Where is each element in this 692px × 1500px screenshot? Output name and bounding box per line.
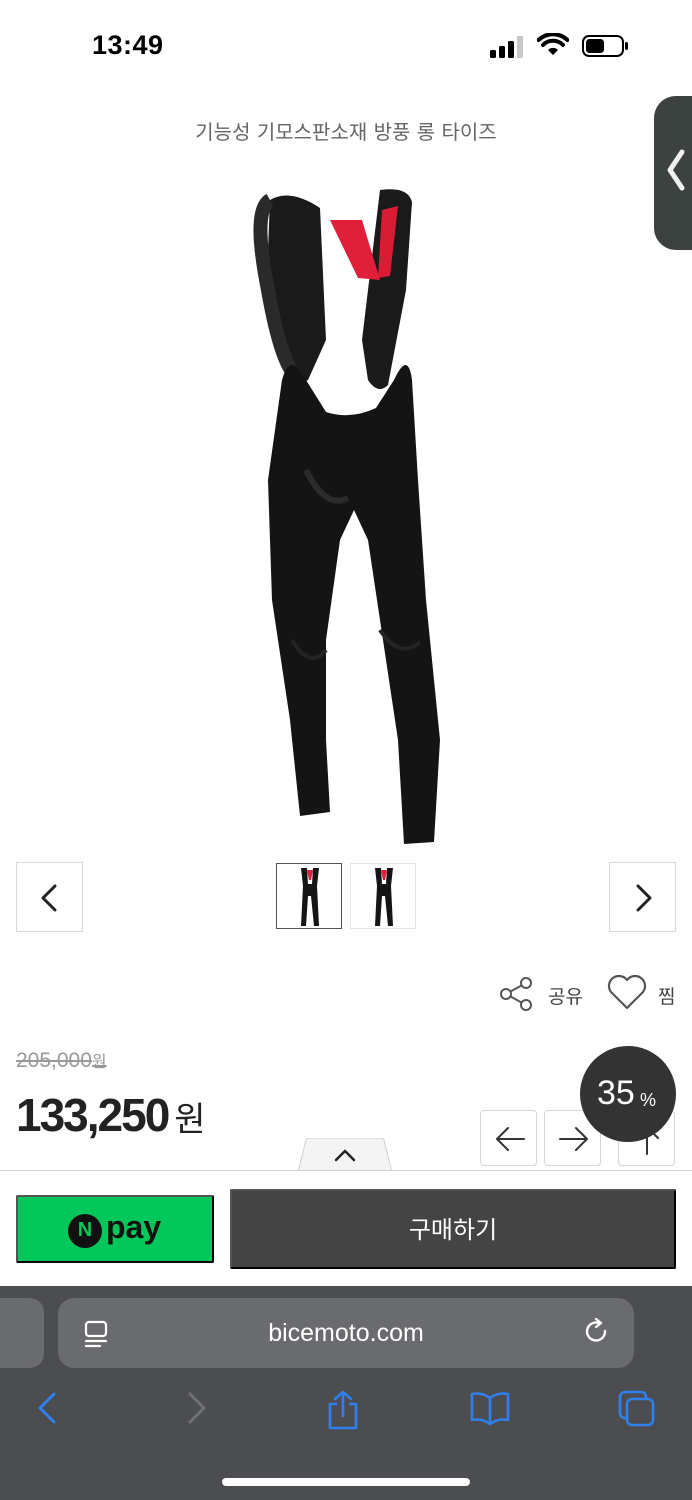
chevron-right-icon xyxy=(636,884,652,912)
discount-badge: 35 % xyxy=(580,1046,676,1142)
battery-icon xyxy=(582,35,628,57)
npay-button[interactable]: N pay xyxy=(16,1195,214,1263)
original-price: 205,000원 xyxy=(16,1049,107,1072)
thumbnail-image xyxy=(375,868,393,926)
chevron-left-icon xyxy=(667,149,685,191)
arrow-left-icon xyxy=(496,1127,525,1151)
product-thumbnail[interactable] xyxy=(350,863,416,929)
share-icon xyxy=(500,977,532,1011)
npay-logo: N xyxy=(68,1214,102,1248)
reload-icon[interactable] xyxy=(584,1318,610,1346)
discount-value: 35 xyxy=(597,1074,635,1112)
previous-tab-preview[interactable] xyxy=(0,1298,44,1368)
thumbnail-image xyxy=(301,868,319,926)
forward-icon[interactable] xyxy=(184,1390,210,1426)
purchase-panel: N pay 구매하기 xyxy=(0,1170,692,1286)
product-image xyxy=(253,189,440,844)
status-bar: 13:49 xyxy=(0,0,692,90)
product-title: 기능성 기모스판소재 방풍 롱 타이즈 xyxy=(195,120,497,144)
arrow-right-icon xyxy=(559,1127,588,1151)
url-text: bicemoto.com xyxy=(268,1319,424,1347)
npay-text: pay xyxy=(106,1209,162,1245)
buy-button[interactable]: 구매하기 xyxy=(230,1189,676,1269)
sale-price: 133,250 원 xyxy=(16,1089,206,1141)
expand-panel-button[interactable] xyxy=(298,1138,392,1172)
address-bar[interactable]: bicemoto.com xyxy=(58,1298,634,1368)
share-icon[interactable] xyxy=(326,1390,360,1430)
product-thumbnail[interactable] xyxy=(276,863,342,929)
home-indicator[interactable] xyxy=(222,1478,470,1486)
bookmarks-icon[interactable] xyxy=(470,1390,510,1426)
page-back-button[interactable] xyxy=(480,1110,537,1166)
chevron-left-icon xyxy=(41,884,57,912)
tabs-icon[interactable] xyxy=(618,1390,656,1428)
status-time: 13:49 xyxy=(92,30,164,60)
browser-toolbar: bicemoto.com xyxy=(0,1286,692,1500)
wish-label: 찜 xyxy=(658,986,676,1008)
wifi-icon xyxy=(537,33,569,55)
heart-icon xyxy=(607,974,647,1010)
signal-icon xyxy=(490,36,523,58)
share-label: 공유 xyxy=(548,986,583,1008)
image-prev-button[interactable] xyxy=(16,862,83,932)
discount-unit: % xyxy=(640,1090,657,1110)
back-icon[interactable] xyxy=(34,1390,60,1426)
image-next-button[interactable] xyxy=(609,862,676,932)
